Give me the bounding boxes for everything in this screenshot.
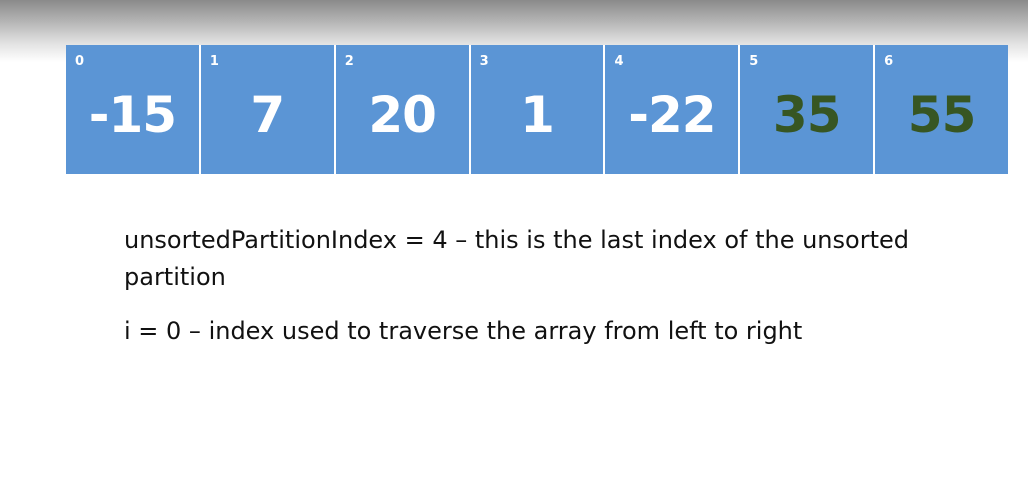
array-row: 0 -15 1 7 2 20 3 1 4 -22 5 35 6 55	[66, 45, 1009, 174]
array-cell-2: 2 20	[335, 45, 471, 174]
array-cell-5: 5 35	[740, 45, 876, 174]
cell-value: 1	[520, 86, 555, 144]
cell-value: 35	[772, 86, 842, 144]
cell-value: 20	[368, 86, 437, 144]
cell-index-label: 3	[479, 54, 489, 69]
cell-index-label: 0	[75, 54, 85, 69]
note-traversal-index: i = 0 – index used to traverse the array…	[124, 317, 803, 345]
note-unsorted-partition-index: unsortedPartitionIndex = 4 – this is the…	[124, 226, 909, 291]
array-cell-3: 3 1	[470, 45, 606, 174]
array-cell-4: 4 -22	[605, 45, 741, 174]
cell-value: 55	[907, 86, 977, 144]
array-cell-1: 1 7	[200, 45, 336, 174]
cell-index-label: 6	[884, 54, 894, 69]
cell-index-label: 1	[209, 54, 219, 69]
cell-value: 7	[250, 86, 285, 144]
array-cell-0: 0 -15	[66, 45, 201, 174]
cell-value: -15	[88, 86, 177, 144]
cell-index-label: 2	[344, 54, 354, 69]
cell-index-label: 5	[749, 54, 759, 69]
notes-text-block: unsortedPartitionIndex = 4 – this is the…	[124, 222, 984, 350]
array-cell-6: 6 55	[875, 45, 1009, 174]
cell-value: -22	[628, 86, 716, 144]
cell-index-label: 4	[614, 54, 624, 69]
